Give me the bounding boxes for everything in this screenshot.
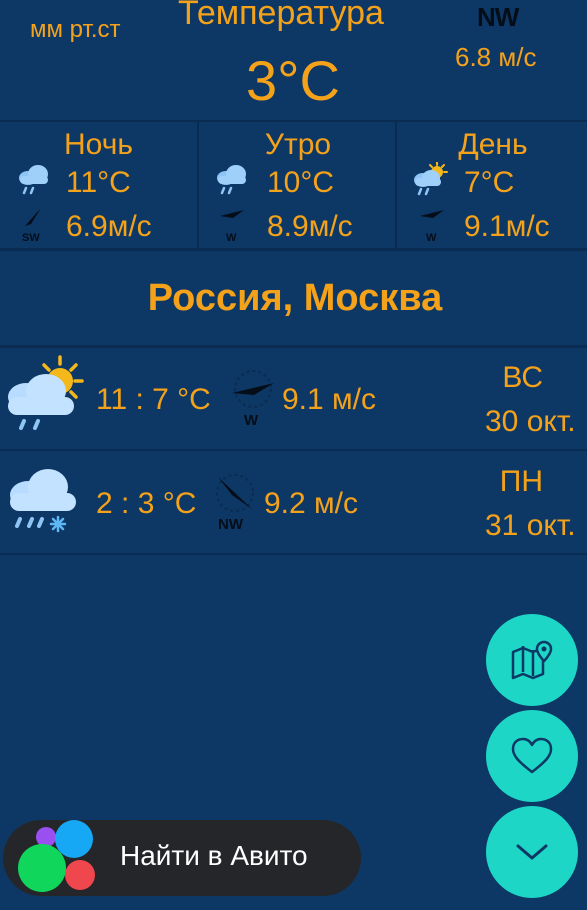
rain-cloud-icon <box>217 165 246 195</box>
sun-rain-cloud-icon <box>8 355 84 430</box>
forecast-morning: Утро 10°C W 8.9м/с <box>197 122 397 248</box>
avito-search-button[interactable]: Найти в Авито <box>3 820 361 896</box>
period-wind: 9.1м/с <box>464 210 550 243</box>
period-title: Утро <box>264 128 332 161</box>
city-header[interactable]: Россия, Москва <box>0 251 587 348</box>
wind-dir-text: W <box>226 232 237 244</box>
chevron-down-icon <box>516 844 548 860</box>
wind-dir-text: W <box>426 232 437 244</box>
rain-cloud-icon <box>19 165 48 195</box>
period-title: Ночь <box>64 128 133 161</box>
wind-dir-text: W <box>244 412 259 427</box>
period-temperature: 11°C <box>66 166 131 199</box>
wind-dir-text: NW <box>218 516 244 531</box>
avito-logo-dot-red <box>65 860 95 890</box>
avito-search-label: Найти в Авито <box>120 840 308 871</box>
wind-speed: 6.8 м/с <box>455 42 537 72</box>
map-button[interactable] <box>486 614 578 706</box>
day-weekday: ПН <box>499 465 543 498</box>
day-date: 31 окт. <box>485 509 576 542</box>
wind-direction-w-icon: W <box>220 210 244 244</box>
wind-direction-sw-icon: SW <box>22 208 41 244</box>
forecast-night: Ночь 11°C SW 6.9м/с <box>0 122 197 248</box>
heart-icon <box>511 737 553 774</box>
pressure-unit: мм рт.ст <box>30 16 121 43</box>
period-temperature: 7°C <box>464 166 515 199</box>
temperature-value: 3°C <box>246 49 340 112</box>
day-date: 30 окт. <box>485 405 576 438</box>
day-wind: 9.2 м/с <box>264 487 358 520</box>
current-weather: мм рт.ст Температура 3°C NW 6.8 м/с <box>0 0 587 122</box>
daily-row[interactable]: 11 : 7 °C W 9.1 м/с ВС 30 окт. <box>0 347 587 451</box>
wind-direction-w-icon: W <box>420 210 444 244</box>
period-title: День <box>458 128 528 161</box>
period-forecast: Ночь 11°C SW 6.9м/с Утро 10°C W 8.9м/с Д… <box>0 122 587 251</box>
forecast-day: День 7°C W 9.1м/с <box>395 122 587 248</box>
temperature-title: Температура <box>178 0 384 32</box>
sun-rain-cloud-icon <box>414 162 448 196</box>
period-wind: 6.9м/с <box>66 210 152 243</box>
period-temperature: 10°C <box>267 166 335 199</box>
map-pin-icon <box>511 640 553 680</box>
wind-direction-nw-icon: NW <box>216 474 254 531</box>
period-wind: 8.9м/с <box>267 210 353 243</box>
wind-direction-label: NW <box>477 2 519 32</box>
daily-row[interactable]: 2 : 3 °C NW 9.2 м/с ПН 31 окт. <box>0 451 587 555</box>
favorite-button[interactable] <box>486 710 578 802</box>
day-temperature: 11 : 7 °C <box>96 383 211 416</box>
weather-app: мм рт.ст Температура 3°C NW 6.8 м/с Ночь… <box>0 0 587 910</box>
wind-dir-text: SW <box>22 232 40 244</box>
wind-direction-w-icon: W <box>232 370 274 427</box>
expand-button[interactable] <box>486 806 578 898</box>
day-temperature: 2 : 3 °C <box>96 487 197 520</box>
rain-snow-cloud-icon <box>10 469 76 533</box>
avito-logo-dot-green <box>18 844 66 892</box>
city-name: Россия, Москва <box>147 277 443 319</box>
day-wind: 9.1 м/с <box>282 383 376 416</box>
day-weekday: ВС <box>502 361 543 394</box>
